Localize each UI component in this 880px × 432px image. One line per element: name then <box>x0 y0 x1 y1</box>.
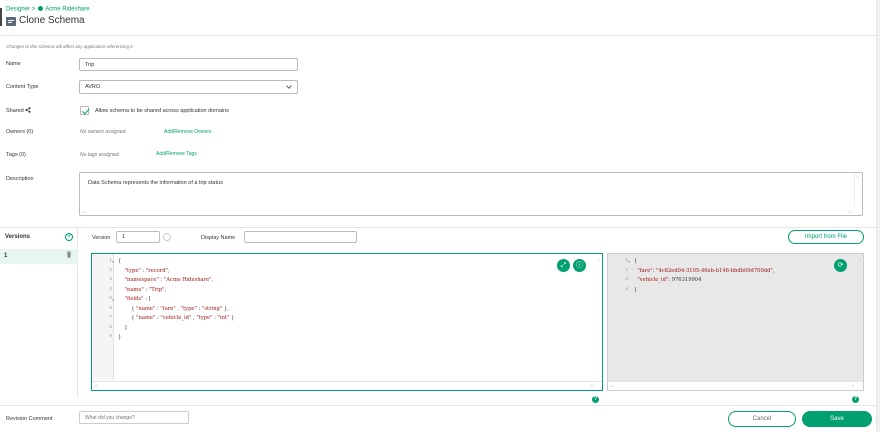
page-title: Clone Schema <box>19 15 85 26</box>
content-type-value: AVRO <box>85 84 101 90</box>
name-label: Name <box>6 61 21 67</box>
owners-empty-text: No owners assigned. <box>80 129 127 135</box>
code-line: "type" : "record", <box>124 267 170 274</box>
shared-checkbox[interactable] <box>80 106 89 115</box>
description-scrollbar[interactable]: ^ <box>854 173 862 207</box>
code-line: { "name" : "vehicle_id" , "type" : "int"… <box>118 315 235 321</box>
info-icon[interactable] <box>163 233 171 241</box>
sidebar-divider <box>77 228 78 398</box>
expand-icon[interactable]: ⤢ <box>557 259 570 272</box>
add-remove-owners-link[interactable]: Add/Remove Owners <box>164 129 212 135</box>
description-value: Data Schema represents the information o… <box>88 180 223 186</box>
line-number: 6 <box>109 305 112 311</box>
header-divider <box>0 35 880 36</box>
line-number: 7 <box>109 315 112 320</box>
chevron-down-icon <box>286 83 292 89</box>
window-edge <box>0 8 2 26</box>
name-value: Trip <box>85 61 95 68</box>
code-line: "fields" : [ <box>124 296 151 302</box>
code-line: "namespace" : "Acme Rideshare", <box>124 277 214 283</box>
dot-icon <box>37 6 43 11</box>
info-icon[interactable]: ⓘ <box>573 259 586 272</box>
share-icon <box>25 107 31 113</box>
footer-divider <box>0 405 880 406</box>
breadcrumb: Designer > Acme Rideshare <box>6 6 90 13</box>
code-line: "fare": "4c82ed04-3105-46eb-b146-bbdb09d… <box>637 267 775 274</box>
fold-icon[interactable]: ▾ <box>628 259 630 264</box>
plus-circle-icon[interactable]: + <box>65 233 73 241</box>
scroll-left-icon: < <box>83 209 86 214</box>
breadcrumb-app-link[interactable]: Acme Rideshare <box>45 7 89 13</box>
line-number: 8 <box>109 324 112 330</box>
schema-editor-hscrollbar[interactable]: < > <box>92 381 602 390</box>
scroll-up-icon[interactable]: ^ <box>859 257 861 262</box>
code-line: } <box>118 334 122 340</box>
line-number: 3 <box>625 277 628 282</box>
code-line: { "name" : "fare" , "type" : "string" }, <box>118 305 229 312</box>
help-icon[interactable]: ? <box>592 396 599 403</box>
line-number: 2 <box>625 267 628 273</box>
code-line: { <box>118 258 122 264</box>
scroll-right-icon: > <box>851 383 854 388</box>
schema-editor[interactable]: 1 ▾{2 "type" : "record", 3 "namespace" : "… <box>91 253 603 391</box>
refresh-icon[interactable]: ⟳ <box>834 259 847 272</box>
sample-preview[interactable]: 1 ▾ {2 "fare": "4c82ed04-3105-46eb-b146-bb… <box>607 253 864 391</box>
trash-icon[interactable] <box>66 251 72 258</box>
version-label: Version <box>92 235 111 241</box>
owners-label: Owners (0) <box>6 129 34 135</box>
code-line: "vehicle_id": 976319904 <box>637 277 702 283</box>
line-number: 4 <box>109 286 112 292</box>
save-button[interactable]: Save <box>802 411 872 427</box>
name-input[interactable]: Trip <box>79 58 298 71</box>
line-number: 9 <box>109 334 112 339</box>
schema-icon <box>6 17 16 26</box>
line-number: 2 <box>109 267 112 273</box>
help-icon[interactable]: ? <box>852 396 859 403</box>
content-type-label: Content Type <box>6 84 39 90</box>
shared-label: Shared <box>6 107 31 114</box>
scroll-up-icon: ^ <box>857 175 859 180</box>
scroll-left-icon: < <box>95 383 98 388</box>
display-name-input[interactable] <box>244 231 357 243</box>
version-item-label: 1 <box>4 253 8 259</box>
scroll-left-icon: < <box>611 383 614 388</box>
cancel-button[interactable]: Cancel <box>728 411 796 427</box>
window-scrollbar[interactable] <box>876 0 880 432</box>
sample-preview-hscrollbar[interactable]: < > <box>608 381 863 390</box>
description-textarea[interactable]: Data Schema represents the information o… <box>79 172 863 216</box>
scroll-right-icon: > <box>590 383 593 388</box>
versions-heading: Versions <box>5 234 31 240</box>
version-value: 1 <box>122 234 126 240</box>
line-number: 5 <box>109 296 112 301</box>
code-line: "name" : "Trip", <box>124 286 167 293</box>
scroll-right-icon: > <box>848 209 851 214</box>
breadcrumb-separator: > <box>31 6 36 13</box>
display-name-label: Display Name <box>201 235 236 241</box>
tags-label: Tags (0) <box>6 152 26 158</box>
line-number: 1 <box>625 258 628 263</box>
breadcrumb-designer-link[interactable]: Designer <box>6 7 30 13</box>
line-number: 4 <box>625 286 628 292</box>
code-line: } <box>634 286 638 293</box>
code-line: { <box>634 258 638 264</box>
description-label: Description <box>6 176 34 182</box>
code-line: ] <box>118 324 127 331</box>
line-number: 3 <box>109 277 112 282</box>
version-input[interactable]: 1 <box>116 231 160 243</box>
import-from-file-button[interactable]: Import from File <box>788 230 864 244</box>
content-type-select[interactable]: AVRO <box>79 80 298 94</box>
fold-icon[interactable]: ▾ <box>112 297 114 302</box>
warning-text: Changes to this schema will affect any a… <box>6 44 134 49</box>
scroll-up-icon[interactable]: ^ <box>598 257 600 262</box>
fold-icon[interactable]: ▾ <box>112 259 114 264</box>
revision-comment-input[interactable] <box>79 411 189 424</box>
tags-empty-text: No tags assigned. <box>80 152 121 158</box>
add-remove-tags-link[interactable]: Add/Remove Tags <box>156 151 197 157</box>
revision-comment-label: Revision Comment <box>6 416 53 422</box>
shared-checkbox-label: Allow schema to be shared across applica… <box>95 108 229 114</box>
sample-preview-gutter <box>608 254 628 380</box>
section-divider <box>0 227 880 228</box>
line-number: 1 <box>109 258 112 263</box>
